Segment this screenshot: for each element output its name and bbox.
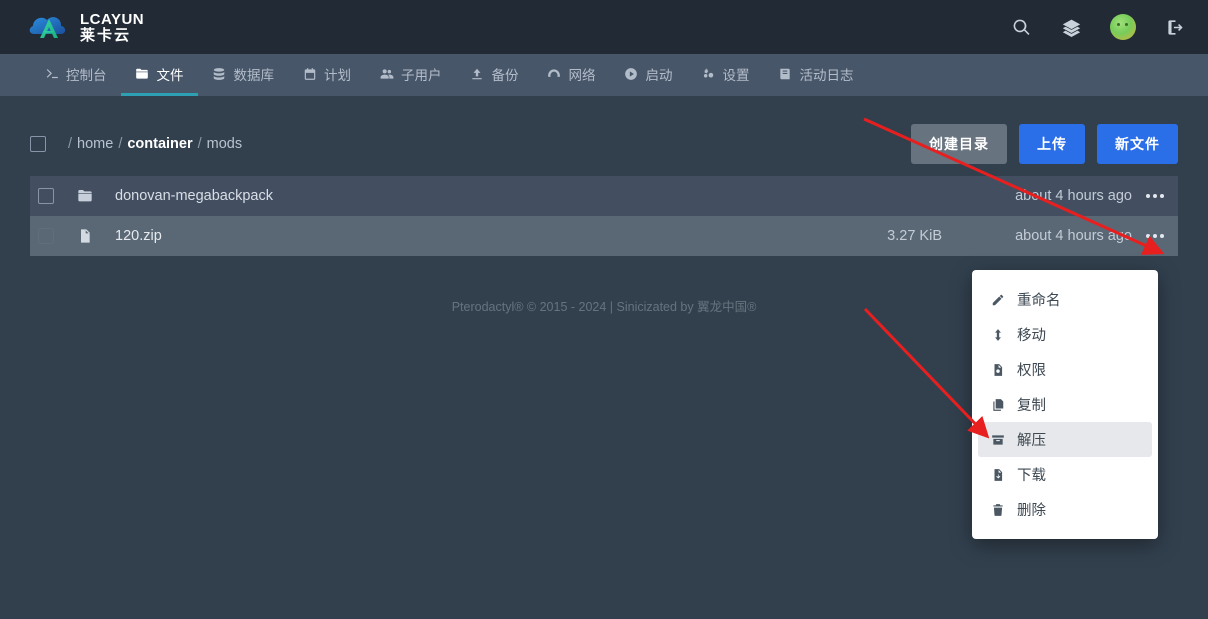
table-row[interactable]: donovan-megabackpack about 4 hours ago	[30, 176, 1178, 216]
context-menu-label: 下载	[1017, 468, 1046, 484]
tab-label: 子用户	[401, 67, 442, 83]
context-menu-item-extract[interactable]: 解压	[978, 422, 1152, 457]
tab-subusers[interactable]: 子用户	[365, 54, 456, 96]
server-nav-tabs: 控制台 文件 数据库 计划 子用户 备份 网络 启动 设置 活动日志	[0, 54, 1208, 96]
folder-icon	[76, 188, 93, 205]
cogs-icon	[701, 66, 716, 81]
play-circle-icon	[624, 66, 639, 81]
context-menu-label: 解压	[1017, 433, 1046, 449]
annotation-arrow-to-extract	[863, 307, 990, 439]
file-name[interactable]: 120.zip	[115, 228, 162, 244]
tab-label: 活动日志	[799, 67, 854, 83]
users-icon	[379, 66, 394, 81]
breadcrumb-separator: /	[68, 136, 73, 152]
file-cog-icon	[990, 362, 1006, 378]
file-size: 3.27 KiB	[887, 228, 942, 244]
ellipsis-icon	[1146, 194, 1164, 198]
context-menu-item-permissions[interactable]: 权限	[978, 352, 1152, 387]
breadcrumb-item-home[interactable]: home	[77, 136, 113, 152]
copy-icon	[990, 397, 1006, 413]
tab-label: 设置	[722, 67, 750, 83]
file-icon	[76, 228, 93, 245]
context-menu-item-download[interactable]: 下载	[978, 457, 1152, 492]
file-download-icon	[990, 467, 1006, 483]
file-manager-page: LCAYUN 莱卡云 控制台 文件 数据库 计划 子用户 备份 网络 启动 设置…	[0, 0, 1208, 619]
upload-button[interactable]: 上传	[1019, 124, 1085, 164]
tab-databases[interactable]: 数据库	[198, 54, 289, 96]
tab-label: 启动	[645, 67, 673, 83]
logo-text-en: LCAYUN	[80, 10, 145, 28]
context-menu-label: 权限	[1017, 363, 1046, 379]
ellipsis-icon	[1146, 234, 1164, 238]
user-avatar[interactable]	[1110, 14, 1136, 40]
archive-box-icon	[990, 432, 1006, 448]
tab-label: 备份	[491, 67, 519, 83]
context-menu-label: 移动	[1017, 328, 1046, 344]
logout-icon[interactable]	[1164, 16, 1186, 38]
context-menu-item-delete[interactable]: 删除	[978, 492, 1152, 527]
tab-startup[interactable]: 启动	[610, 54, 687, 96]
context-menu-item-move[interactable]: 移动	[978, 317, 1152, 352]
context-menu-label: 重命名	[1017, 293, 1061, 309]
tab-files[interactable]: 文件	[120, 54, 198, 96]
folder-icon	[135, 66, 150, 81]
topbar-actions	[1010, 14, 1186, 40]
tab-label: 文件	[156, 67, 184, 83]
upload-icon	[470, 66, 485, 81]
breadcrumb-item-mods[interactable]: mods	[207, 136, 242, 152]
logo-text-cn: 莱卡云	[80, 26, 132, 44]
tab-backups[interactable]: 备份	[456, 54, 533, 96]
file-name[interactable]: donovan-megabackpack	[115, 188, 273, 204]
row-checkbox[interactable]	[38, 228, 54, 244]
row-checkbox[interactable]	[38, 188, 54, 204]
tab-settings[interactable]: 设置	[687, 54, 764, 96]
tab-schedules[interactable]: 计划	[288, 54, 365, 96]
breadcrumb-separator: /	[118, 136, 123, 152]
breadcrumb-item-container[interactable]: container	[127, 136, 192, 152]
new-file-button[interactable]: 新文件	[1097, 124, 1178, 164]
calendar-icon	[302, 66, 317, 81]
layers-icon[interactable]	[1060, 16, 1082, 38]
top-bar: LCAYUN 莱卡云	[0, 0, 1208, 54]
file-modified: about 4 hours ago	[1015, 228, 1132, 244]
row-actions-menu-button[interactable]	[1132, 194, 1178, 198]
file-modified: about 4 hours ago	[1015, 188, 1132, 204]
database-icon	[212, 66, 227, 81]
select-all-checkbox[interactable]	[30, 136, 46, 152]
arrow-up-icon	[990, 327, 1006, 343]
tab-label: 数据库	[233, 67, 275, 83]
breadcrumb-separator: /	[197, 136, 202, 152]
context-menu-item-copy[interactable]: 复制	[978, 387, 1152, 422]
breadcrumb: / home / container / mods	[68, 136, 242, 152]
create-directory-button[interactable]: 创建目录	[911, 124, 1007, 164]
context-menu-label: 删除	[1017, 503, 1046, 519]
tab-label: 网络	[568, 67, 596, 83]
context-menu-item-rename[interactable]: 重命名	[978, 282, 1152, 317]
row-actions-menu-button[interactable]	[1132, 234, 1178, 238]
brand-logo[interactable]: LCAYUN 莱卡云	[28, 10, 144, 44]
network-icon	[547, 66, 562, 81]
table-row[interactable]: 120.zip 3.27 KiB about 4 hours ago	[30, 216, 1178, 256]
pencil-icon	[990, 292, 1006, 308]
book-icon	[778, 66, 793, 81]
tab-label: 控制台	[66, 67, 107, 83]
lcayun-cloud-logo-icon	[29, 17, 66, 38]
terminal-icon	[44, 66, 59, 81]
breadcrumb-bar: / home / container / mods 创建目录 上传 新文件	[30, 122, 1178, 166]
trash-icon	[990, 502, 1006, 518]
search-icon[interactable]	[1010, 16, 1032, 38]
tab-console[interactable]: 控制台	[30, 54, 121, 96]
tab-label: 计划	[324, 67, 351, 83]
context-menu-label: 复制	[1017, 398, 1046, 414]
file-list: donovan-megabackpack about 4 hours ago 1…	[30, 176, 1178, 256]
file-context-menu: 重命名 移动 权限 复制 解压 下载 删除	[972, 270, 1158, 539]
tab-network[interactable]: 网络	[533, 54, 610, 96]
file-actions: 创建目录 上传 新文件	[911, 124, 1178, 164]
tab-activity-log[interactable]: 活动日志	[764, 54, 868, 96]
